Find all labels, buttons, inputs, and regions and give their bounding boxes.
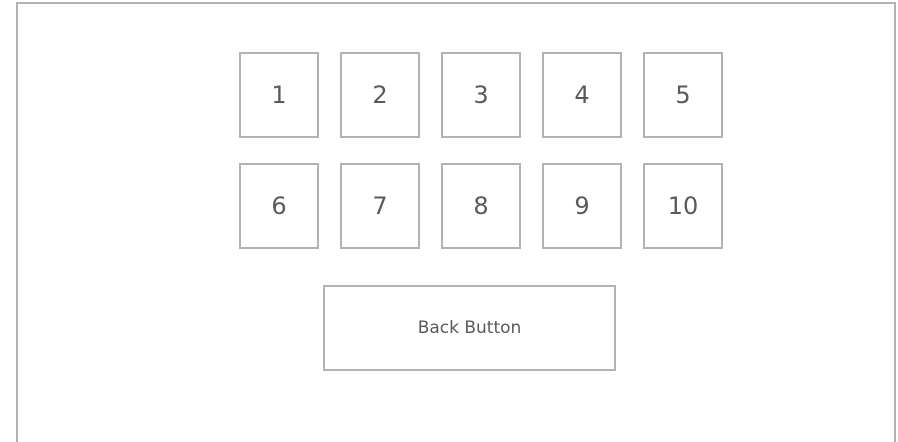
level-button-9[interactable]: 9 [542,163,622,249]
level-button-4[interactable]: 4 [542,52,622,138]
level-button-3[interactable]: 3 [441,52,521,138]
level-button-5[interactable]: 5 [643,52,723,138]
back-button[interactable]: Back Button [323,285,616,371]
level-button-8[interactable]: 8 [441,163,521,249]
level-button-6[interactable]: 6 [239,163,319,249]
level-button-10[interactable]: 10 [643,163,723,249]
level-button-2[interactable]: 2 [340,52,420,138]
level-button-7[interactable]: 7 [340,163,420,249]
level-button-1[interactable]: 1 [239,52,319,138]
